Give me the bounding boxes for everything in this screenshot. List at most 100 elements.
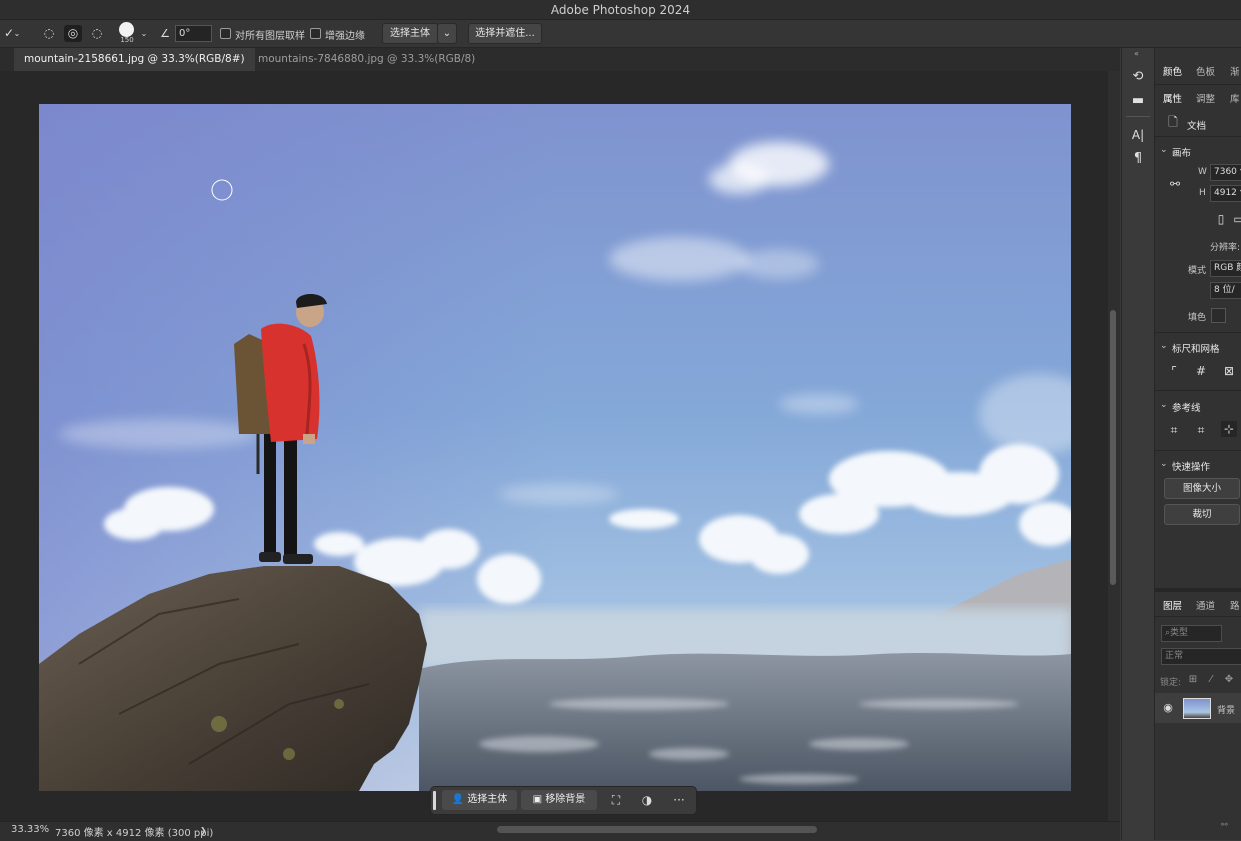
right-panels: 颜色 色板 渐 属性 调整 库 🗋 文档 ⌄ 画布 W 7360 像 ⚯ H 4… xyxy=(1155,48,1241,840)
collapse-chevron-icon[interactable]: « xyxy=(1134,49,1139,58)
document-info: 7360 像素 x 4912 像素 (300 ppi) xyxy=(55,828,214,839)
document-tab-active[interactable]: mountain-2158661.jpg @ 33.3%(RGB/8#) xyxy=(14,48,255,71)
chevron-down-icon: ⌄ xyxy=(442,28,452,39)
landscape-orientation-icon[interactable]: ▭ xyxy=(1231,211,1241,227)
panel-divider xyxy=(1155,136,1241,137)
enhance-edge-label: 增强边缘 xyxy=(325,31,365,42)
adjustment-icon[interactable]: ◑ xyxy=(638,791,656,809)
mode-label: 模式 xyxy=(1188,266,1207,276)
guides-section-title[interactable]: 参考线 xyxy=(1172,400,1201,414)
select-subject-mode-dropdown[interactable]: ⌄ xyxy=(437,23,457,44)
status-menu-chevron-icon[interactable]: ❯ xyxy=(200,826,207,835)
add-to-selection-brush-icon[interactable]: ◎ xyxy=(64,25,82,42)
ruler-icon[interactable]: ⌜ xyxy=(1166,363,1182,379)
document-icon: 🗋 xyxy=(1168,115,1178,129)
subtract-from-selection-brush-icon[interactable]: ◌ xyxy=(88,25,106,42)
canvas-height-field[interactable]: 4912 像 xyxy=(1210,185,1241,202)
more-options-button[interactable]: ··· xyxy=(670,791,688,809)
fill-label: 填色 xyxy=(1188,313,1207,323)
crop-button[interactable]: 裁切 xyxy=(1164,504,1240,525)
tab-paths[interactable]: 路 xyxy=(1230,598,1240,612)
pixel-grid-icon[interactable]: ⊠ xyxy=(1221,363,1237,379)
tab-swatches[interactable]: 色板 xyxy=(1196,64,1215,78)
smart-guides-icon[interactable]: ⊹ xyxy=(1221,421,1237,437)
link-layers-icon[interactable]: ⚯ xyxy=(1221,820,1228,829)
chevron-down-icon[interactable]: ⌄ xyxy=(1160,145,1168,155)
eye-icon[interactable]: ◉ xyxy=(1160,700,1176,716)
vertical-scroll-thumb[interactable] xyxy=(1110,310,1116,585)
resolution-label: 分辨率: xyxy=(1210,243,1241,253)
brush-preview-icon[interactable] xyxy=(119,22,134,37)
document-tab-bar: mountain-2158661.jpg @ 33.3%(RGB/8#) mou… xyxy=(0,48,1120,71)
mode-select[interactable]: RGB 颜 xyxy=(1210,260,1241,277)
select-and-mask-button[interactable]: 选择并遮住... xyxy=(468,23,542,44)
grid-icon[interactable]: # xyxy=(1193,363,1209,379)
chevron-down-icon[interactable]: ⌄ xyxy=(1160,341,1168,351)
layer-kind-filter[interactable]: ⌕类型 xyxy=(1161,625,1222,642)
select-subject-button[interactable]: 选择主体 xyxy=(382,23,438,44)
lock-paint-icon[interactable]: ⁄ xyxy=(1203,672,1219,688)
contextual-task-bar: 👤 选择主体 ▣ 移除背景 ⛶ ◑ ··· xyxy=(430,786,697,815)
kind-filter-label: 类型 xyxy=(1170,628,1189,638)
brush-picker-chevron-down-icon[interactable]: ⌄ xyxy=(138,25,150,42)
lock-position-icon[interactable]: ✥ xyxy=(1221,672,1237,688)
bit-depth-select[interactable]: 8 位/ xyxy=(1210,282,1241,299)
ctx-select-subject-label: 选择主体 xyxy=(467,794,508,805)
angle-icon: ∠ xyxy=(160,27,170,40)
history-icon[interactable]: ⟲ xyxy=(1129,68,1147,86)
drag-handle[interactable] xyxy=(433,791,436,810)
image-size-button[interactable]: 图像大小 xyxy=(1164,478,1240,499)
tab-gradients[interactable]: 渐 xyxy=(1230,64,1240,78)
sample-all-layers-checkbox[interactable] xyxy=(220,28,231,39)
angle-field[interactable]: 0° xyxy=(175,25,212,42)
document-image[interactable] xyxy=(39,104,1071,791)
strip-divider xyxy=(1126,116,1150,117)
panel-divider xyxy=(1155,390,1241,391)
lock-label: 锁定: xyxy=(1160,678,1182,688)
lasso-icon[interactable]: ⛶ xyxy=(607,791,625,809)
doc-label: 文档 xyxy=(1187,121,1207,132)
paragraph-icon[interactable]: ¶ xyxy=(1129,150,1147,168)
chevron-down-icon[interactable]: ⌄ xyxy=(1160,459,1168,469)
sample-all-layers-label: 对所有图层取样 xyxy=(235,31,305,42)
enhance-edge-checkbox[interactable] xyxy=(310,28,321,39)
comments-icon[interactable]: ▬ xyxy=(1129,92,1147,110)
width-label: W xyxy=(1198,167,1207,177)
ctx-remove-background-button[interactable]: ▣ 移除背景 xyxy=(521,790,597,810)
ctx-remove-background-label: 移除背景 xyxy=(545,794,586,805)
tool-preset-dropdown-icon[interactable]: ⌄ xyxy=(12,25,22,42)
ctx-select-subject-button[interactable]: 👤 选择主体 xyxy=(442,790,517,810)
character-icon[interactable]: A| xyxy=(1129,126,1147,144)
canvas-width-field[interactable]: 7360 像 xyxy=(1210,164,1241,181)
panel-divider xyxy=(1155,450,1241,451)
zoom-level[interactable]: 33.33% xyxy=(11,824,49,835)
portrait-orientation-icon[interactable]: ▯ xyxy=(1213,211,1229,227)
tab-properties[interactable]: 属性 xyxy=(1163,91,1182,105)
tab-layers[interactable]: 图层 xyxy=(1163,598,1182,612)
tab-channels[interactable]: 通道 xyxy=(1196,598,1215,612)
tab-color[interactable]: 颜色 xyxy=(1163,64,1182,78)
options-bar: ✓ ⌄ ◌ ◎ ◌ 150 ⌄ ∠ 0° 对所有图层取样 增强边缘 选择主体 ⌄… xyxy=(0,20,1241,48)
tab-adjustments[interactable]: 调整 xyxy=(1196,91,1215,105)
fill-color-swatch[interactable] xyxy=(1211,308,1226,323)
horizontal-scroll-thumb[interactable] xyxy=(497,826,817,833)
document-tab[interactable]: mountains-7846880.jpg @ 33.3%(RGB/8) xyxy=(248,48,485,71)
panel-icon-strip: « ⟲ ▬ A| ¶ xyxy=(1121,48,1155,840)
link-icon[interactable]: ⚯ xyxy=(1167,176,1183,192)
tab-libraries[interactable]: 库 xyxy=(1230,91,1240,105)
rulers-grids-section-title[interactable]: 标尺和网格 xyxy=(1172,341,1220,355)
canvas-section-title[interactable]: 画布 xyxy=(1172,145,1191,159)
person-icon: 👤 xyxy=(451,794,465,805)
blend-mode-select[interactable]: 正常 xyxy=(1161,648,1241,665)
quick-actions-section-title[interactable]: 快速操作 xyxy=(1172,459,1210,473)
layer-name[interactable]: 背景 xyxy=(1217,703,1235,716)
layer-thumbnail xyxy=(1183,698,1211,719)
lock-transparency-icon[interactable]: ⊞ xyxy=(1185,672,1201,688)
app-title: Adobe Photoshop 2024 xyxy=(550,3,691,17)
chevron-down-icon[interactable]: ⌄ xyxy=(1160,400,1168,410)
guides-icon[interactable]: ⌗ xyxy=(1166,422,1182,438)
guides-layout-icon[interactable]: ⌗ xyxy=(1193,422,1209,438)
new-selection-brush-icon[interactable]: ◌ xyxy=(40,25,58,42)
panel-group-divider[interactable] xyxy=(1155,588,1241,592)
image-icon: ▣ xyxy=(532,794,543,805)
